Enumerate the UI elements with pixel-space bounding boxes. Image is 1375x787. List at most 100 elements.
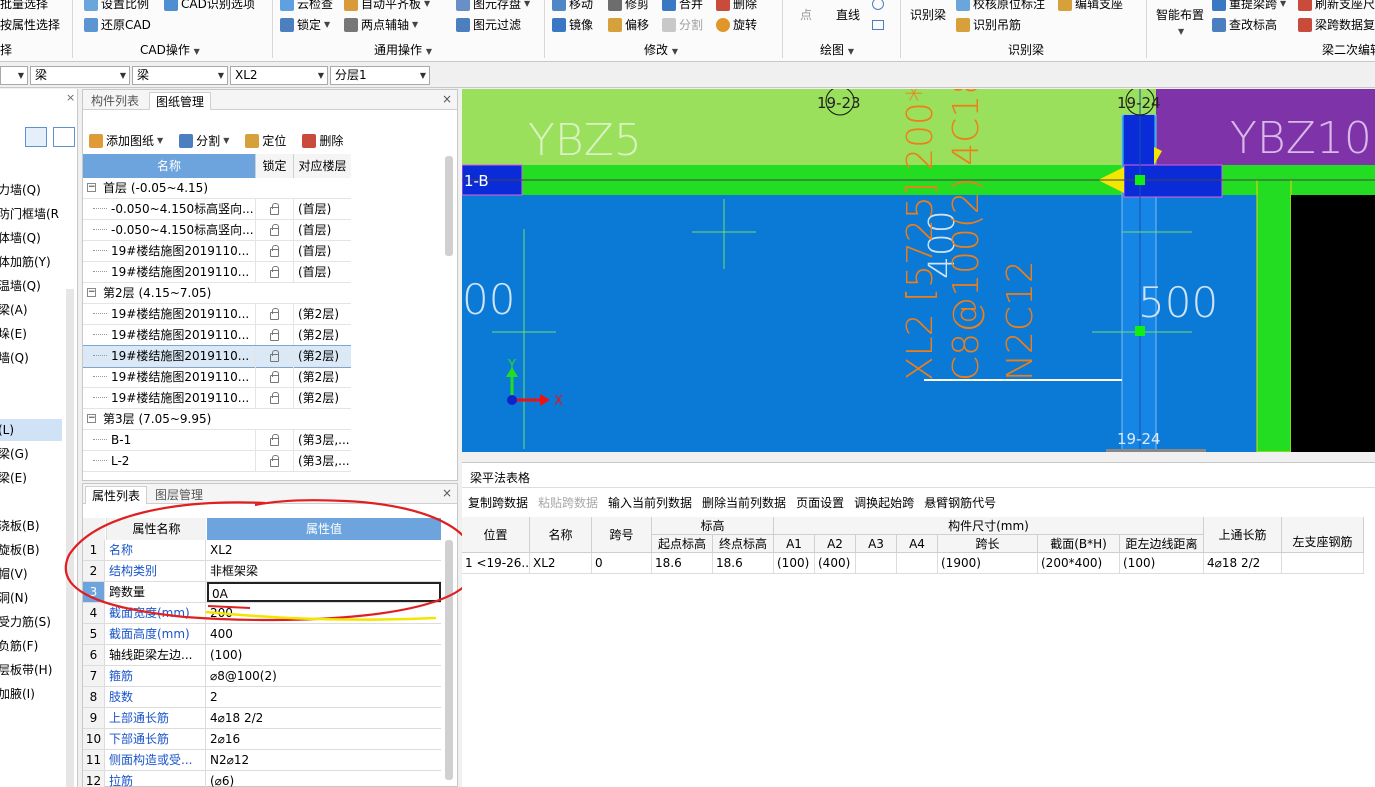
nav-item[interactable]: 人防门框墙(R [0,203,59,225]
tree-item-row[interactable]: 19#楼结施图2019110... (第2层) [83,325,351,346]
property-value[interactable]: N2⌀12 [207,750,441,770]
lock-icon[interactable] [270,266,279,278]
property-value[interactable]: (100) [207,645,441,665]
group-label-modify[interactable]: 修改 ▼ [644,41,678,58]
tree-item-row[interactable]: -0.050~4.150标高竖向... (首层) [83,199,351,220]
tree-group-row[interactable]: − 第3层 (7.05~9.95) [83,409,351,430]
td-start-elev[interactable]: 18.6 [652,553,713,574]
property-row[interactable]: 9 上部通长筋 4⌀18 2/2 [83,708,441,729]
collapse-icon[interactable]: − [87,288,96,297]
nav-item[interactable]: 砌体墙(Q) [0,227,41,249]
td-end-elev[interactable]: 18.6 [713,553,774,574]
nav-item[interactable]: 剪力墙(Q) [0,179,41,201]
grip-point[interactable] [1135,175,1145,185]
lock-icon[interactable] [270,203,279,215]
move-button[interactable]: 移动 [552,0,593,14]
nav-item[interactable]: 连梁(G) [0,443,29,465]
property-row[interactable]: 10 下部通长筋 2⌀16 [83,729,441,750]
restore-cad-button[interactable]: 还原CAD [84,15,151,35]
span-toolbar-button[interactable]: 调换起始跨 [854,494,914,511]
trim-button[interactable]: 修剪 [608,0,649,14]
tree-group-row[interactable]: − 第2层 (4.15~7.05) [83,283,351,304]
delete-drawing-button[interactable]: 删除 [302,132,343,149]
property-row[interactable]: 8 肢数 2 [83,687,441,708]
property-row[interactable]: 6 轴线距梁左边... (100) [83,645,441,666]
nav-item[interactable]: 柱帽(V) [0,563,28,585]
offset-button[interactable]: 偏移 [608,15,649,35]
drawing-panel-scrollbar[interactable] [445,156,453,256]
element-name-select[interactable]: XL2 ▼ [230,66,328,85]
reextract-span-button[interactable]: 重提梁跨 ▼ [1212,0,1286,14]
td-top-through[interactable]: 4⌀18 2/2 [1204,553,1282,574]
tree-item-row[interactable]: 19#楼结施图2019110... (第2层) [83,388,351,409]
line-button[interactable]: 直线 [836,5,860,25]
drawing-floor[interactable]: (第2层) [293,304,351,324]
nav-item[interactable]: 楼层板带(H) [0,659,52,681]
list-view-icon[interactable] [25,127,47,147]
edit-support-button[interactable]: 编辑支座 [1058,0,1123,14]
nav-item[interactable]: 暗梁(A) [0,299,28,321]
mirror-button[interactable]: 镜像 [552,15,593,35]
layer-select[interactable]: 分层1 ▼ [330,66,430,85]
tree-item-row[interactable]: 19#楼结施图2019110... (首层) [83,262,351,283]
span-toolbar-button[interactable]: 粘贴跨数据 [538,494,598,511]
td-a3[interactable] [856,553,897,574]
drawing-floor[interactable]: (第2层) [293,346,351,366]
nav-item[interactable]: 梁(L) [0,419,62,441]
drawing-floor[interactable]: (首层) [293,220,351,240]
grid-view-icon[interactable] [53,127,75,147]
drawing-floor[interactable]: (第2层) [293,325,351,345]
property-value[interactable]: 2⌀16 [207,729,441,749]
identify-hanger-button[interactable]: 识别吊筋 [956,15,1021,35]
td-span-no[interactable]: 0 [592,553,652,574]
td-position[interactable]: 1 <19-26... [462,553,530,574]
span-toolbar-button[interactable]: 删除当前列数据 [702,494,786,511]
drawing-floor[interactable]: (首层) [293,241,351,261]
td-span-length[interactable]: (1900) [938,553,1038,574]
cad-canvas[interactable]: X Y YBZ5 YBZ10 19-23 19-24 19-24 1-B 00 … [462,89,1375,452]
canvas-splitter[interactable] [462,452,1375,462]
lock-icon[interactable] [270,434,279,446]
span-toolbar-button[interactable]: 页面设置 [796,494,844,511]
td-section[interactable]: (200*400) [1038,553,1120,574]
nav-item[interactable]: 现浇板(B) [0,515,40,537]
verify-mark-button[interactable]: 校核原位标注 [956,0,1045,14]
property-row[interactable]: 7 箍筋 ⌀8@100(2) [83,666,441,687]
tree-item-row[interactable]: 19#楼结施图2019110... (第2层) [83,367,351,388]
lock-icon[interactable] [270,350,279,362]
batch-select-button[interactable]: 批量选择 [0,0,48,14]
grip-point[interactable] [1135,326,1145,336]
add-drawing-button[interactable]: 添加图纸 ▼ [89,132,163,149]
span-toolbar-button[interactable]: 输入当前列数据 [608,494,692,511]
lock-icon[interactable] [270,308,279,320]
check-elevation-button[interactable]: 查改标高 [1212,15,1277,35]
circle-draw-button[interactable] [872,0,884,14]
nav-item[interactable]: 板洞(N) [0,587,28,609]
nav-item[interactable]: 圈梁(E) [0,467,27,489]
drawing-floor[interactable]: (第3层,... [293,430,351,450]
rotate-button[interactable]: 旋转 [716,15,757,35]
property-value[interactable]: (⌀6) [207,771,441,787]
group-label-draw[interactable]: 绘图 ▼ [820,41,854,58]
drawing-floor[interactable]: (第2层) [293,367,351,387]
span-toolbar-button[interactable]: 悬臂钢筋代号 [924,494,996,511]
span-toolbar-button[interactable]: 复制跨数据 [468,494,528,511]
td-name[interactable]: XL2 [530,553,592,574]
tree-item-row[interactable]: L-2 (第3层,... [83,451,351,472]
nav-item[interactable]: 板负筋(F) [0,635,38,657]
element-filter-button[interactable]: 图元过滤 [456,15,521,35]
tree-item-row[interactable]: B-1 (第3层,... [83,430,351,451]
tab-drawing-management[interactable]: 图纸管理 [149,92,212,110]
rect-draw-button[interactable] [872,15,884,35]
cad-drawing[interactable]: X Y YBZ5 YBZ10 19-23 19-24 19-24 1-B 00 … [462,89,1375,452]
element-type-select[interactable]: 梁 ▼ [30,66,130,85]
smart-layout-caret[interactable]: ▼ [1178,22,1184,42]
lock-icon[interactable] [270,224,279,236]
span-data-copy-button[interactable]: 梁跨数据复 [1298,15,1375,35]
lock-icon[interactable] [270,392,279,404]
property-value[interactable]: 4⌀18 2/2 [207,708,441,728]
td-a2[interactable]: (400) [815,553,856,574]
element-subtype-select[interactable]: 梁 ▼ [132,66,228,85]
cloud-check-button[interactable]: 云检查 [280,0,333,14]
property-row[interactable]: 12 拉筋 (⌀6) [83,771,441,787]
